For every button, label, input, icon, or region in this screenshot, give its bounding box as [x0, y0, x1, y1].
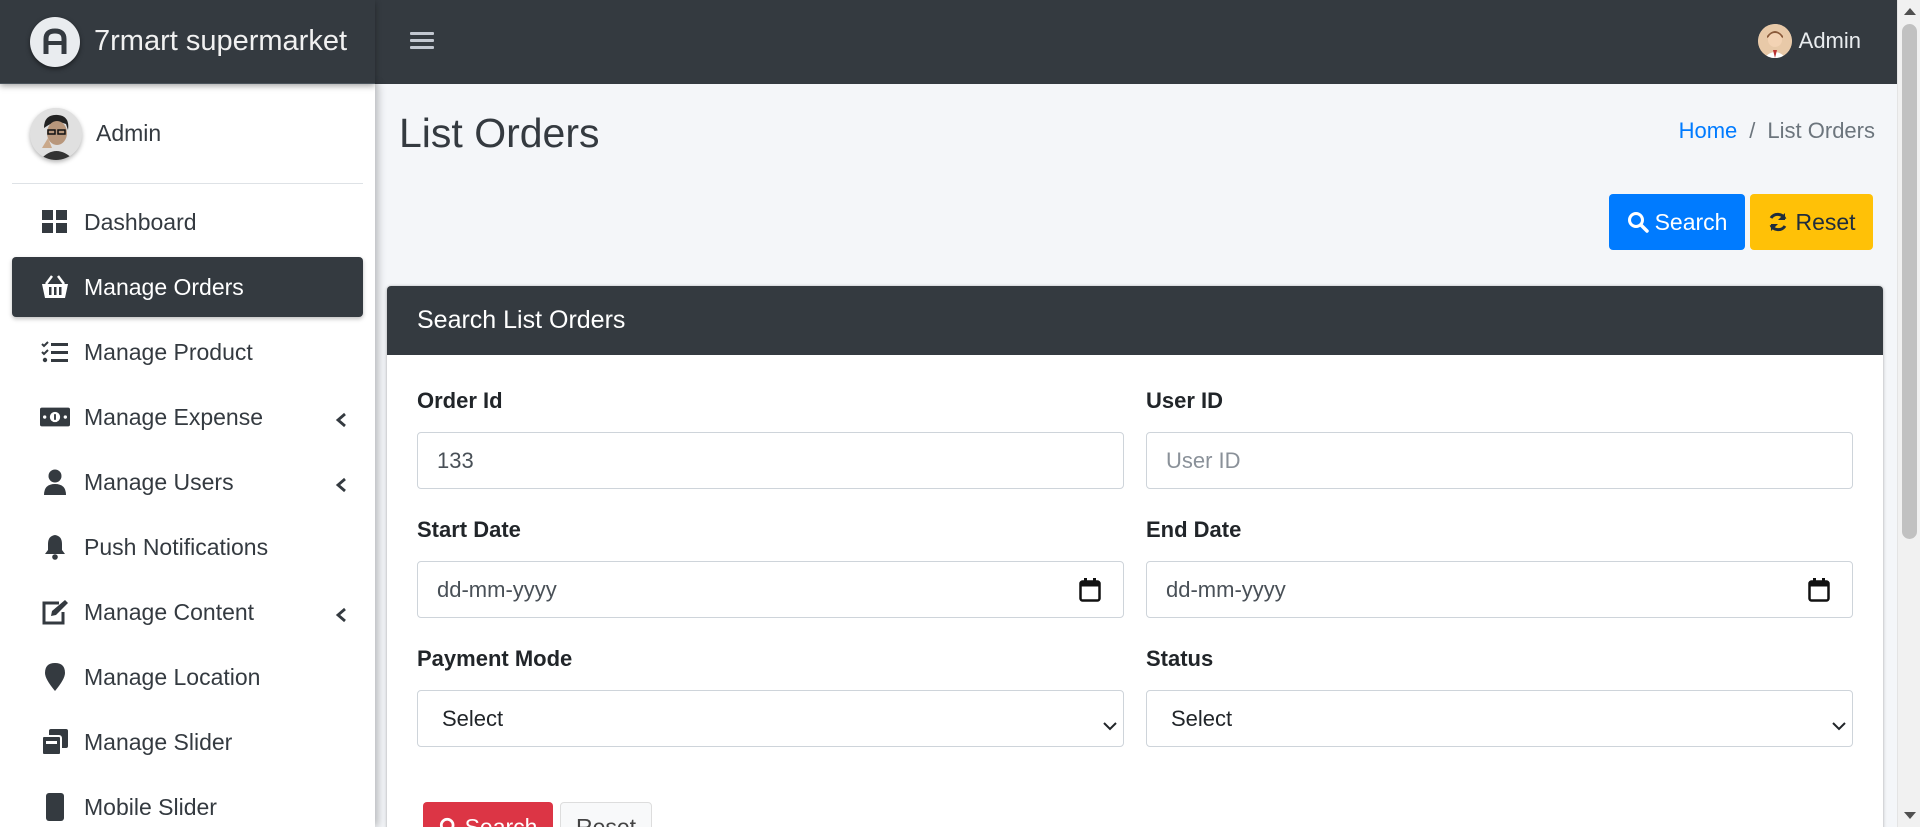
page-scrollbar[interactable] [1897, 0, 1920, 827]
hamburger-menu-icon[interactable] [410, 28, 434, 56]
scroll-up-arrow-icon[interactable] [1904, 8, 1916, 15]
sidebar-user-panel[interactable]: Admin [12, 84, 363, 184]
start-date-input[interactable]: dd-mm-yyyy [417, 561, 1124, 618]
status-label: Status [1146, 646, 1214, 671]
sidebar-nav: Dashboard Manage Orders Manage Product M… [0, 192, 375, 827]
top-user-name: Admin [1798, 28, 1861, 53]
order-id-input[interactable]: 133 [417, 432, 1124, 489]
end-date-placeholder: dd-mm-yyyy [1166, 576, 1286, 602]
status-selected: Select [1171, 705, 1233, 731]
search-icon [439, 817, 459, 827]
top-user-menu[interactable]: Admin [1757, 24, 1861, 58]
avatar [1757, 24, 1792, 58]
payment-mode-select[interactable]: Select [417, 690, 1124, 747]
dashboard-icon [40, 209, 70, 235]
bell-icon [40, 534, 70, 560]
sidebar-item-label: Manage Slider [84, 728, 233, 755]
end-date-group: End Date dd-mm-yyyy [1146, 517, 1853, 618]
brand-link[interactable]: 7rmart supermarket [0, 0, 375, 84]
sidebar-item-label: Manage Content [84, 598, 255, 625]
main-content: List Orders Home / List Orders Search Rese… [375, 84, 1897, 827]
status-group: Status Select [1146, 646, 1853, 747]
images-icon [40, 729, 70, 755]
sidebar-item-label: Dashboard [84, 208, 197, 235]
basket-icon [40, 274, 70, 300]
card-title: Search List Orders [387, 286, 1883, 355]
refresh-icon [1767, 211, 1789, 233]
chevron-down-icon [1103, 711, 1117, 737]
user-id-input[interactable]: User ID [1146, 432, 1853, 489]
order-id-label: Order Id [417, 388, 503, 413]
sidebar-user-name: Admin [96, 120, 162, 146]
avatar [30, 107, 82, 160]
order-id-group: Order Id 133 [417, 388, 1124, 489]
sidebar-item-manage-product[interactable]: Manage Product [12, 322, 363, 382]
sidebar-item-label: Manage Product [84, 338, 253, 365]
user-id-group: User ID User ID [1146, 388, 1853, 489]
form-reset-button[interactable]: Reset [560, 802, 652, 827]
money-icon [40, 404, 70, 430]
map-marker-icon [40, 663, 70, 691]
page-title: List Orders [399, 110, 600, 156]
payment-mode-selected: Select [442, 705, 504, 731]
sidebar-item-push-notifications[interactable]: Push Notifications [12, 517, 363, 577]
breadcrumb-separator: / [1749, 118, 1756, 143]
sidebar-item-label: Manage Orders [84, 273, 244, 300]
sidebar: Admin Dashboard Manage Orders Manage Pro… [0, 84, 375, 827]
chevron-left-icon [335, 407, 347, 434]
calendar-icon[interactable] [1808, 578, 1830, 608]
chevron-left-icon [335, 602, 347, 629]
sidebar-item-label: Manage Location [84, 663, 261, 690]
form-search-button[interactable]: Search [423, 802, 553, 827]
edit-icon [40, 599, 70, 625]
sidebar-item-label: Push Notifications [84, 533, 269, 560]
calendar-icon[interactable] [1079, 578, 1101, 608]
start-date-group: Start Date dd-mm-yyyy [417, 517, 1124, 618]
search-list-orders-card: Search List Orders Order Id 133 User ID … [387, 286, 1883, 827]
sidebar-item-label: Mobile Slider [84, 793, 217, 820]
brand-name: 7rmart supermarket [94, 25, 348, 57]
mobile-icon [40, 793, 70, 821]
start-date-label: Start Date [417, 517, 521, 542]
sidebar-item-manage-location[interactable]: Manage Location [12, 647, 363, 707]
scrollbar-thumb[interactable] [1902, 24, 1917, 539]
search-button-label: Search [1654, 208, 1728, 235]
breadcrumb-current: List Orders [1767, 118, 1875, 143]
scroll-down-arrow-icon[interactable] [1904, 812, 1916, 819]
sidebar-item-manage-slider[interactable]: Manage Slider [12, 712, 363, 772]
tasks-icon [40, 339, 70, 365]
sidebar-item-manage-orders[interactable]: Manage Orders [12, 257, 363, 317]
brand-logo-icon [30, 16, 80, 67]
chevron-left-icon [335, 472, 347, 499]
payment-mode-group: Payment Mode Select [417, 646, 1124, 747]
sidebar-item-dashboard[interactable]: Dashboard [12, 192, 363, 252]
payment-mode-label: Payment Mode [417, 646, 573, 671]
user-icon [40, 469, 70, 495]
sidebar-item-manage-expense[interactable]: Manage Expense [12, 387, 363, 447]
sidebar-item-mobile-slider[interactable]: Mobile Slider [12, 777, 363, 827]
reset-button[interactable]: Reset [1750, 194, 1873, 250]
search-button[interactable]: Search [1609, 194, 1745, 250]
reset-button-label: Reset [1795, 208, 1856, 235]
breadcrumb: Home / List Orders [1679, 118, 1875, 144]
chevron-down-icon [1832, 711, 1846, 737]
start-date-placeholder: dd-mm-yyyy [437, 576, 557, 602]
sidebar-item-manage-users[interactable]: Manage Users [12, 452, 363, 512]
sidebar-item-manage-content[interactable]: Manage Content [12, 582, 363, 642]
sidebar-item-label: Manage Users [84, 468, 234, 495]
breadcrumb-home-link[interactable]: Home [1679, 118, 1738, 143]
user-id-label: User ID [1146, 388, 1224, 413]
search-icon [1627, 211, 1649, 233]
sidebar-item-label: Manage Expense [84, 403, 264, 430]
end-date-label: End Date [1146, 517, 1242, 542]
end-date-input[interactable]: dd-mm-yyyy [1146, 561, 1853, 618]
form-search-button-label: Search [464, 813, 538, 827]
status-select[interactable]: Select [1146, 690, 1853, 747]
